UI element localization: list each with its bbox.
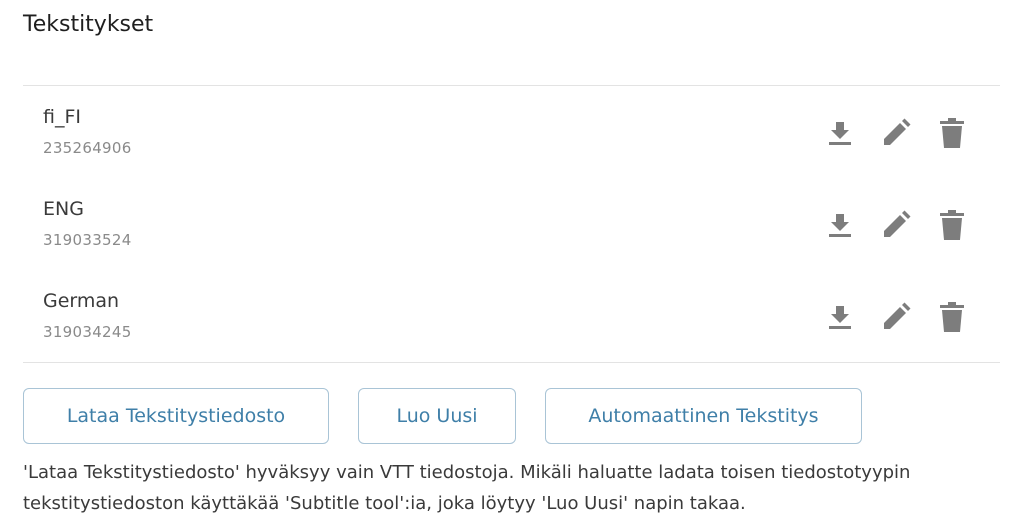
subtitle-id: 235264906: [43, 139, 132, 157]
automatic-subtitles-button[interactable]: Automaattinen Tekstitys: [545, 388, 862, 444]
subtitle-language: German: [43, 290, 120, 312]
create-new-button[interactable]: Luo Uusi: [358, 388, 516, 444]
section-title: Tekstitykset: [23, 12, 154, 37]
subtitle-id: 319033524: [43, 231, 132, 249]
subtitle-row: German 319034245: [0, 270, 1024, 362]
pencil-icon[interactable]: [878, 116, 914, 150]
trash-icon[interactable]: [934, 300, 970, 334]
row-actions: [822, 300, 972, 334]
row-actions: [822, 208, 972, 242]
subtitle-row: fi_FI 235264906: [0, 86, 1024, 178]
row-actions: [822, 116, 972, 150]
help-text: 'Lataa Tekstitystiedosto' hyväksyy vain …: [23, 462, 911, 514]
download-icon[interactable]: [822, 300, 858, 334]
download-icon[interactable]: [822, 208, 858, 242]
subtitle-language: fi_FI: [43, 106, 81, 128]
pencil-icon[interactable]: [878, 208, 914, 242]
trash-icon[interactable]: [934, 116, 970, 150]
download-icon[interactable]: [822, 116, 858, 150]
upload-subtitle-button[interactable]: Lataa Tekstitystiedosto: [23, 388, 329, 444]
trash-icon[interactable]: [934, 208, 970, 242]
subtitle-language: ENG: [43, 198, 84, 220]
pencil-icon[interactable]: [878, 300, 914, 334]
divider: [23, 362, 1000, 363]
subtitle-id: 319034245: [43, 323, 132, 341]
subtitle-row: ENG 319033524: [0, 178, 1024, 270]
